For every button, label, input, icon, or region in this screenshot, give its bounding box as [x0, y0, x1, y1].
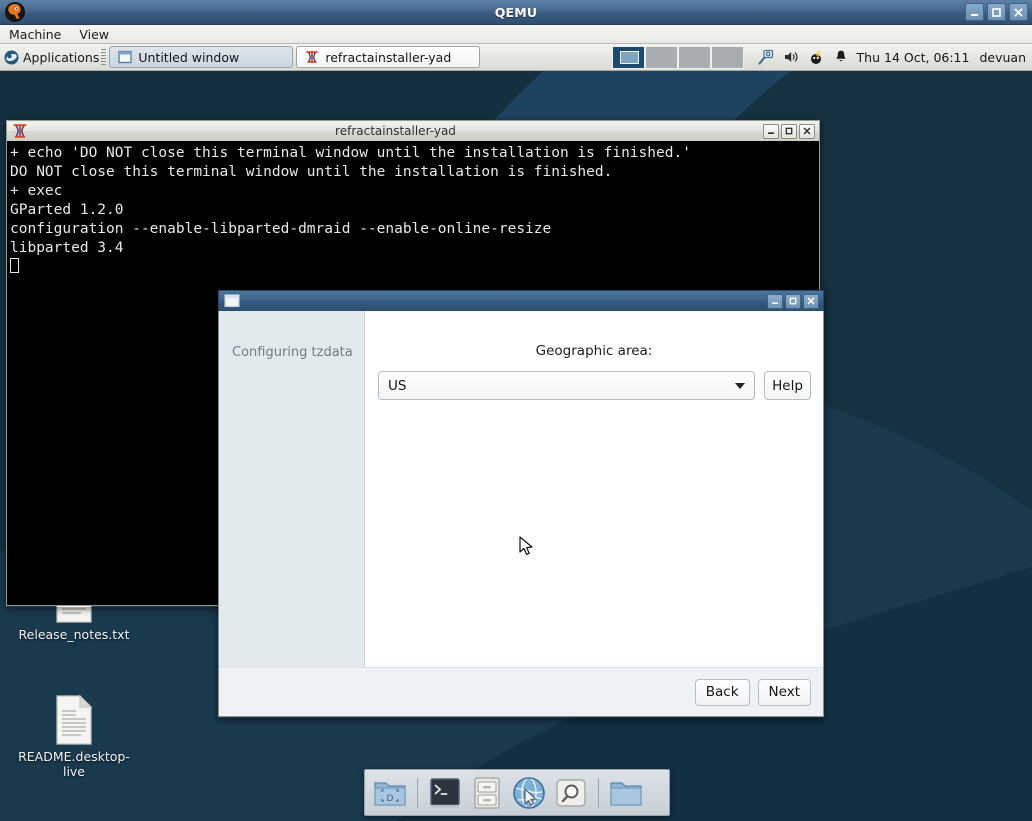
- dialog-content: Geographic area: US Help: [365, 311, 823, 667]
- dock-devuan-folder[interactable]: D: [371, 774, 409, 812]
- window-icon: [224, 293, 240, 309]
- qemu-window-controls: [965, 3, 1028, 21]
- notification-bell-icon[interactable]: [833, 49, 849, 65]
- dialog-window-controls: [767, 293, 819, 309]
- devuan-folder-icon: D: [374, 781, 406, 806]
- magnifier-search-icon: [556, 778, 586, 807]
- panel-clock[interactable]: Thu 14 Oct, 06:11: [857, 50, 970, 65]
- desktop-icon-label: README.desktop-live: [18, 749, 130, 779]
- workspace-pager: [611, 45, 744, 69]
- file-cabinet-icon: [474, 776, 500, 809]
- xfce-top-panel: Applications Untitled window refractains…: [0, 44, 1032, 71]
- dialog-step-label: Configuring tzdata: [232, 345, 353, 360]
- task-button-label: Untitled window: [138, 49, 240, 65]
- workspace-4[interactable]: [710, 45, 744, 69]
- dock-search[interactable]: [552, 774, 590, 812]
- dock-terminal[interactable]: [426, 774, 464, 812]
- terminal-line: GParted 1.2.0: [10, 202, 124, 218]
- applications-menu-label: Applications: [23, 49, 100, 65]
- dialog-body: Configuring tzdata Geographic area: US H…: [218, 311, 824, 717]
- panel-handle[interactable]: [101, 48, 107, 66]
- volume-icon[interactable]: [783, 49, 799, 65]
- qemu-minimize-button[interactable]: [965, 3, 984, 21]
- dialog-action-bar: Back Next: [219, 667, 823, 716]
- help-button[interactable]: Help: [764, 371, 811, 400]
- task-button-refractainstaller-yad[interactable]: refractainstaller-yad: [296, 46, 481, 68]
- text-file-icon: [50, 572, 98, 627]
- terminal-title: refractainstaller-yad: [335, 124, 456, 138]
- geographic-area-row: US Help: [378, 371, 811, 400]
- terminal-titlebar[interactable]: refractainstaller-yad: [6, 120, 820, 141]
- dock-file-cabinet[interactable]: [468, 774, 506, 812]
- text-file-icon: [50, 694, 98, 749]
- xterm-icon: [12, 123, 28, 139]
- dialog-titlebar[interactable]: [218, 290, 824, 311]
- dialog-main: Configuring tzdata Geographic area: US H…: [219, 311, 823, 667]
- desktop-icon-readme-desktop-live[interactable]: README.desktop-live: [18, 694, 130, 779]
- workspace-2[interactable]: [644, 45, 678, 69]
- arrow-cursor-icon: [519, 536, 535, 558]
- task-button-label: refractainstaller-yad: [325, 49, 452, 65]
- dialog-close-button[interactable]: [803, 293, 819, 309]
- dock-web-browser[interactable]: [510, 774, 548, 812]
- terminal-close-button[interactable]: [799, 123, 815, 139]
- menu-view[interactable]: View: [79, 27, 109, 42]
- geographic-area-value: US: [388, 377, 407, 394]
- qemu-penguin-logo-icon: [4, 1, 26, 23]
- dock-separator-2: [598, 777, 599, 808]
- geographic-area-label: Geographic area:: [535, 343, 653, 359]
- terminal-line: configuration --enable-libparted-dmraid …: [10, 221, 552, 237]
- dock-file-manager[interactable]: [607, 774, 645, 812]
- dialog-sidebar: Configuring tzdata: [219, 311, 365, 667]
- back-button[interactable]: Back: [694, 678, 750, 706]
- applications-menu-button[interactable]: Applications: [0, 44, 99, 70]
- terminal-minimize-button[interactable]: [763, 123, 779, 139]
- geographic-area-combobox[interactable]: US: [378, 371, 755, 400]
- qemu-titlebar: QEMU: [0, 0, 1032, 25]
- terminal-prompt-row: [10, 258, 817, 277]
- task-button-untitled-window[interactable]: Untitled window: [109, 46, 294, 68]
- folder-icon: [610, 781, 642, 806]
- bottom-dock: D: [364, 769, 670, 816]
- workspace-window-preview: [619, 50, 639, 64]
- qemu-menubar: Machine View: [0, 25, 1032, 44]
- screenshot-tool-icon[interactable]: [757, 49, 774, 65]
- terminal-maximize-button[interactable]: [781, 123, 797, 139]
- screen: QEMU Machine View Release_notes.txt READ…: [0, 0, 1032, 821]
- terminal-icon: [430, 777, 460, 807]
- terminal-cursor: [10, 258, 19, 273]
- workspace-1[interactable]: [611, 45, 645, 69]
- updates-icon[interactable]: [808, 49, 824, 65]
- terminal-window-controls: [763, 123, 815, 139]
- system-tray: [750, 49, 857, 65]
- next-button[interactable]: Next: [757, 678, 811, 706]
- terminal-line: + exec: [10, 183, 63, 199]
- tzdata-dialog-window: Configuring tzdata Geographic area: US H…: [218, 290, 824, 718]
- chevron-down-icon: [735, 382, 745, 389]
- qemu-window-title: QEMU: [494, 4, 538, 20]
- globe-browser-icon: [513, 776, 545, 809]
- dialog-maximize-button[interactable]: [785, 293, 801, 309]
- terminal-line: libparted 3.4: [10, 240, 124, 256]
- workspace-3[interactable]: [677, 45, 711, 69]
- dock-separator-1: [417, 777, 418, 808]
- svg-text:D: D: [387, 794, 394, 804]
- dialog-minimize-button[interactable]: [767, 293, 783, 309]
- applications-menu-icon: [4, 50, 19, 65]
- xterm-icon: [305, 50, 319, 64]
- guest-screen: Release_notes.txt README.desktop-live Ap…: [0, 44, 1032, 821]
- menu-machine[interactable]: Machine: [9, 27, 61, 42]
- qemu-close-button[interactable]: [1009, 3, 1028, 21]
- desktop-icon-label: Release_notes.txt: [18, 627, 130, 642]
- terminal-line: + echo 'DO NOT close this terminal windo…: [10, 145, 691, 161]
- window-task-list: Untitled window refractainstaller-yad: [109, 44, 481, 70]
- qemu-maximize-button[interactable]: [987, 3, 1006, 21]
- terminal-line: DO NOT close this terminal window until …: [10, 164, 613, 180]
- window-icon: [118, 50, 133, 64]
- panel-username[interactable]: devuan: [979, 50, 1032, 65]
